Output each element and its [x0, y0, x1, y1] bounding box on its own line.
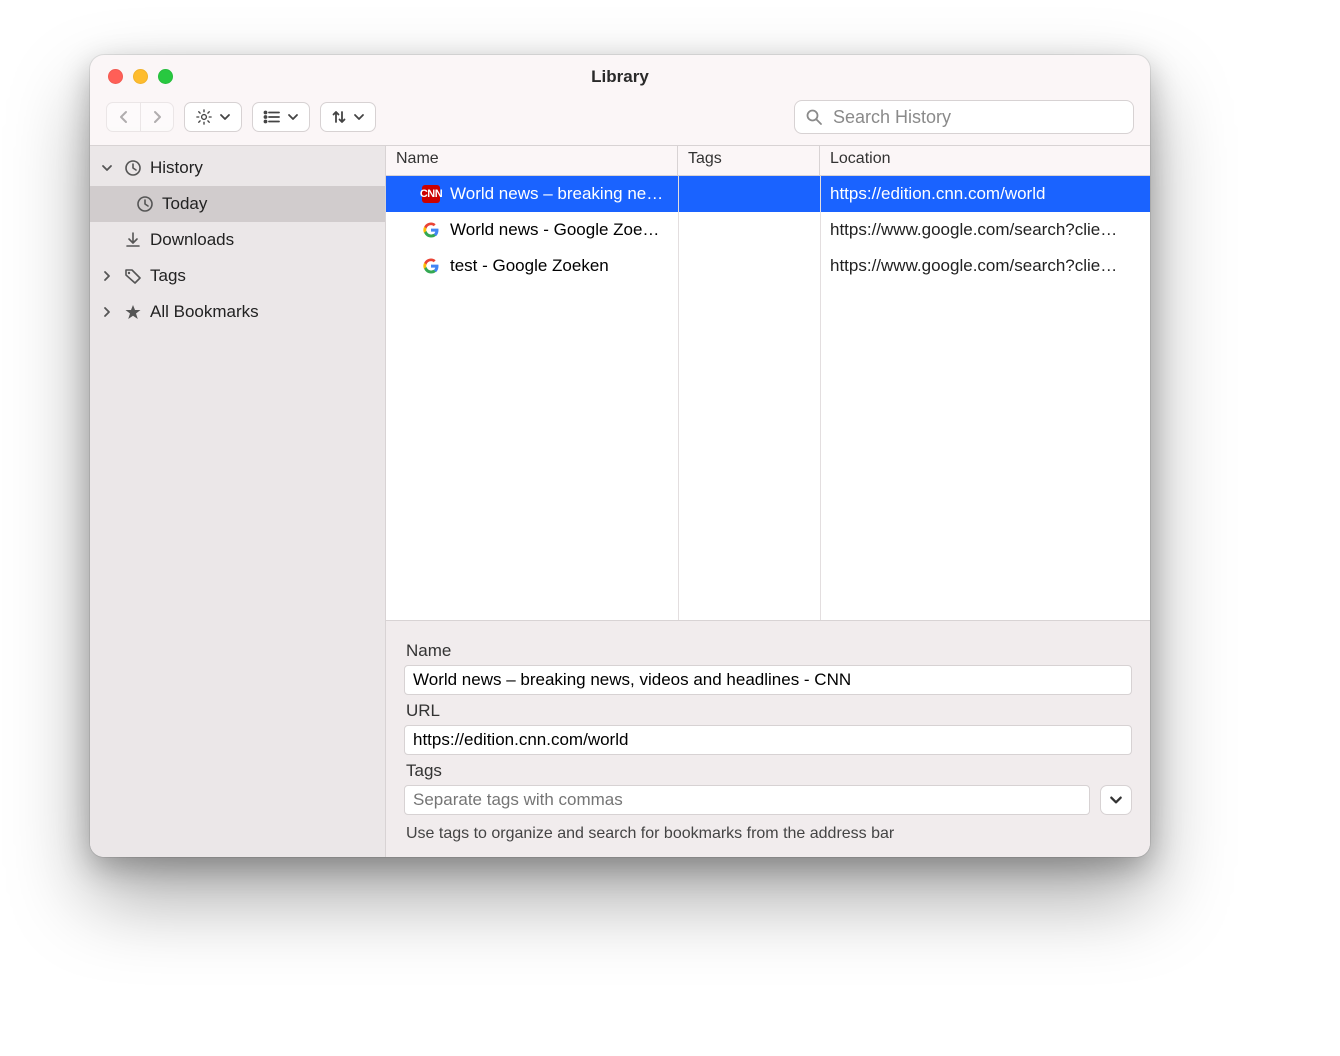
chevron-right-icon — [98, 306, 116, 318]
clock-icon — [134, 195, 156, 213]
search-field[interactable] — [794, 100, 1134, 134]
cnn-favicon-icon: CNN — [422, 185, 440, 203]
column-header-tags[interactable]: Tags — [678, 146, 820, 175]
search-icon — [805, 108, 823, 126]
column-headers: Name Tags Location — [386, 146, 1150, 176]
details-pane: Name URL Tags Use tags to organize and s… — [386, 620, 1150, 857]
chevron-right-icon — [152, 110, 162, 124]
chevron-down-icon — [219, 111, 231, 123]
column-divider[interactable] — [820, 176, 821, 620]
history-row[interactable]: test - Google Zoeken https://www.google.… — [386, 248, 1150, 284]
download-icon — [122, 231, 144, 249]
zoom-window-button[interactable] — [158, 69, 173, 84]
sidebar-item-tags[interactable]: Tags — [90, 258, 385, 294]
row-tags — [678, 176, 820, 212]
views-menu-button[interactable] — [252, 102, 310, 132]
sidebar-item-label: History — [150, 158, 203, 178]
import-backup-menu-button[interactable] — [320, 102, 376, 132]
forward-button[interactable] — [140, 102, 174, 132]
row-location: https://www.google.com/search?clie… — [820, 212, 1150, 248]
details-name-input[interactable] — [404, 665, 1132, 695]
gear-icon — [195, 108, 213, 126]
minimize-window-button[interactable] — [133, 69, 148, 84]
nav-back-forward — [106, 102, 174, 132]
sidebar-item-label: Tags — [150, 266, 186, 286]
clock-icon — [122, 159, 144, 177]
details-url-label: URL — [406, 701, 1132, 721]
sidebar: History Today Downloads — [90, 146, 386, 857]
row-tags — [678, 248, 820, 284]
details-url-input[interactable] — [404, 725, 1132, 755]
library-window: Library — [90, 55, 1150, 857]
chevron-down-icon — [1109, 793, 1123, 807]
google-favicon-icon — [422, 257, 440, 275]
sort-icon — [331, 109, 347, 125]
row-name: World news – breaking ne… — [450, 184, 663, 204]
sidebar-item-label: All Bookmarks — [150, 302, 259, 322]
window-controls — [108, 69, 173, 84]
details-tags-label: Tags — [406, 761, 1132, 781]
organize-menu-button[interactable] — [184, 102, 242, 132]
row-name: test - Google Zoeken — [450, 256, 609, 276]
details-tags-hint: Use tags to organize and search for book… — [404, 825, 1132, 843]
history-row[interactable]: CNN World news – breaking ne… https://ed… — [386, 176, 1150, 212]
window-title: Library — [591, 67, 649, 87]
close-window-button[interactable] — [108, 69, 123, 84]
google-favicon-icon — [422, 221, 440, 239]
chevron-right-icon — [98, 270, 116, 282]
chevron-down-icon — [98, 162, 116, 174]
history-row[interactable]: World news - Google Zoe… https://www.goo… — [386, 212, 1150, 248]
column-header-location[interactable]: Location — [820, 146, 1150, 175]
details-tags-input[interactable] — [404, 785, 1090, 815]
body: History Today Downloads — [90, 145, 1150, 857]
sidebar-item-label: Downloads — [150, 230, 234, 250]
sidebar-item-all-bookmarks[interactable]: All Bookmarks — [90, 294, 385, 330]
tag-icon — [122, 267, 144, 285]
row-name: World news - Google Zoe… — [450, 220, 659, 240]
back-button[interactable] — [106, 102, 140, 132]
main-panel: Name Tags Location CNN World news – brea… — [386, 146, 1150, 857]
tags-dropdown-button[interactable] — [1100, 785, 1132, 815]
sidebar-item-downloads[interactable]: Downloads — [90, 222, 385, 258]
sidebar-item-label: Today — [162, 194, 207, 214]
details-name-label: Name — [406, 641, 1132, 661]
row-location: https://www.google.com/search?clie… — [820, 248, 1150, 284]
star-icon — [122, 303, 144, 321]
list-icon — [263, 110, 281, 124]
chevron-down-icon — [353, 111, 365, 123]
row-tags — [678, 212, 820, 248]
titlebar: Library — [90, 55, 1150, 99]
column-divider[interactable] — [678, 176, 679, 620]
chevron-down-icon — [287, 111, 299, 123]
search-input[interactable] — [831, 106, 1123, 129]
sidebar-item-history[interactable]: History — [90, 150, 385, 186]
sidebar-item-today[interactable]: Today — [90, 186, 385, 222]
history-list: CNN World news – breaking ne… https://ed… — [386, 176, 1150, 620]
row-location: https://edition.cnn.com/world — [820, 176, 1150, 212]
toolbar — [90, 99, 1150, 145]
column-header-name[interactable]: Name — [386, 146, 678, 175]
chevron-left-icon — [119, 110, 129, 124]
